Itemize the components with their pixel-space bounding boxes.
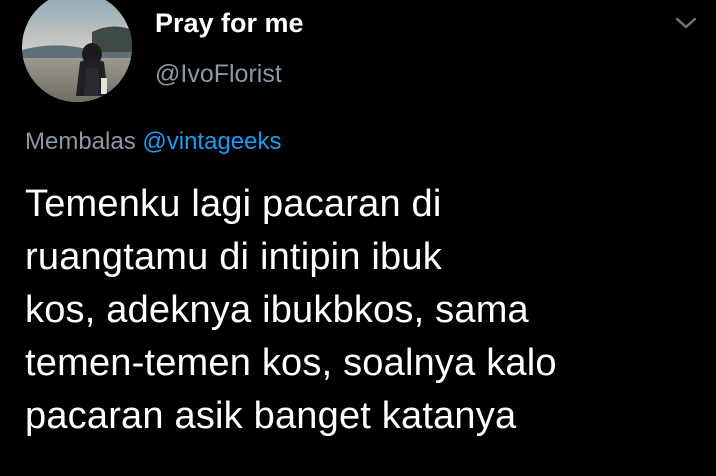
avatar-photo xyxy=(22,0,132,102)
tweet-text-line: pacaran asik banget katanya xyxy=(25,395,517,437)
tweet-card: Pray for me @IvoFlorist Membalas @vintag… xyxy=(0,0,716,476)
tweet-text-line: Temenku lagi pacaran di xyxy=(25,183,442,225)
tweet-text-line: kos, adeknya ibukbkos, sama xyxy=(25,289,529,331)
more-options-button[interactable] xyxy=(668,8,704,38)
reply-mention-link[interactable]: @vintageeks xyxy=(142,128,281,155)
chevron-down-icon xyxy=(675,17,697,29)
avatar[interactable] xyxy=(22,0,132,102)
reply-context: Membalas @vintageeks xyxy=(25,128,282,156)
tweet-text: Temenku lagi pacaran di ruangtamu di int… xyxy=(25,178,705,443)
user-handle[interactable]: @IvoFlorist xyxy=(155,60,282,89)
display-name[interactable]: Pray for me xyxy=(155,8,304,39)
tweet-text-line: temen-temen kos, soalnya kalo xyxy=(25,342,557,384)
reply-prefix: Membalas xyxy=(25,128,136,155)
tweet-text-line: ruangtamu di intipin ibuk xyxy=(25,236,442,278)
